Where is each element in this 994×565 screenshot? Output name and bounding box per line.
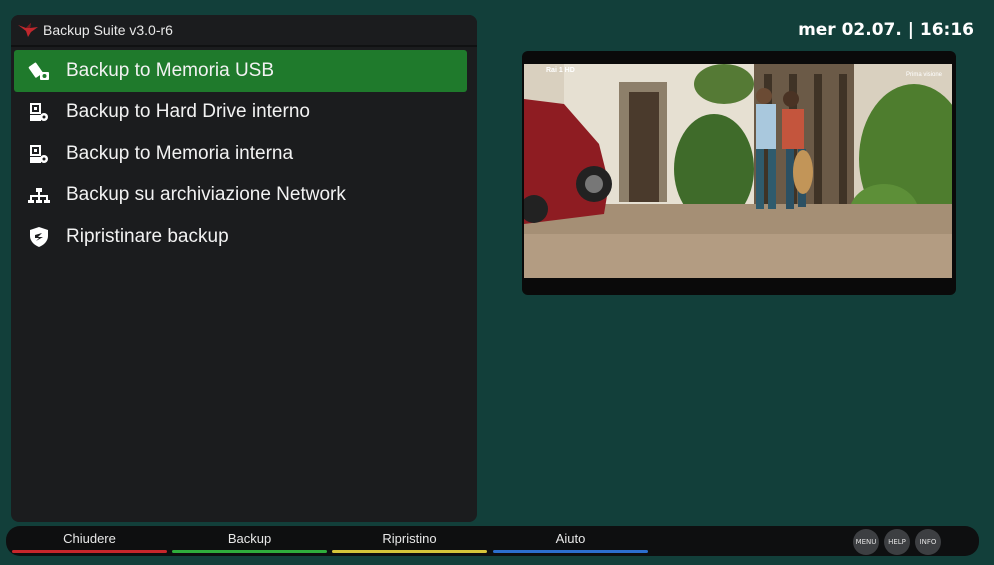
menu-item-label: Backup su archiviazione Network [66,184,346,206]
green-key-backup[interactable]: Backup [172,526,327,556]
live-video-frame: Rai 1 HD Prima visione [524,64,952,278]
menu-item-label: Backup to Memoria interna [66,142,294,164]
menu-panel: Backup Suite v3.0-r6 Backup to Memoria U… [11,15,477,522]
menu-item-backup-network[interactable]: Backup su archiviazione Network [14,175,467,217]
menu-item-label: Backup to Memoria USB [66,59,275,81]
yellow-key-indicator [332,550,487,553]
help-button[interactable]: HELP [884,529,910,555]
info-button[interactable]: INFO [915,529,941,555]
red-key-label: Chiudere [63,531,116,546]
hard-drive-icon [14,92,64,133]
green-key-label: Backup [227,531,272,546]
menu-item-restore-backup[interactable]: Ripristinare backup [14,216,467,258]
date-time-display: mer 02.07. | 16:16 [798,20,974,40]
network-icon [14,175,64,216]
tv-preview: Rai 1 HD Prima visione [522,51,956,295]
menu-item-backup-hdd[interactable]: Backup to Hard Drive interno [14,92,467,134]
blue-key-label: Aiuto [555,531,586,546]
color-key-bar: Chiudere Backup Ripristino Aiuto MENU HE… [6,526,979,556]
internal-memory-icon [14,133,64,174]
menu-item-label: Backup to Hard Drive interno [66,101,310,123]
menu-item-backup-usb[interactable]: Backup to Memoria USB [14,50,467,92]
green-key-indicator [172,550,327,553]
panel-header: Backup Suite v3.0-r6 [11,15,477,47]
menu-item-label: Ripristinare backup [66,225,229,247]
shield-restore-icon [14,216,64,257]
menu-button[interactable]: MENU [853,529,879,555]
menu-item-backup-internal[interactable]: Backup to Memoria interna [14,133,467,175]
dreambox-logo-icon [18,23,38,37]
program-watermark: Prima visione [905,72,942,78]
yellow-key-restore[interactable]: Ripristino [332,526,487,556]
yellow-key-label: Ripristino [382,531,437,546]
blue-key-indicator [493,550,648,553]
window-title: Backup Suite v3.0-r6 [43,22,173,38]
red-key-indicator [12,550,167,553]
video-scene-image [524,64,952,278]
blue-key-help[interactable]: Aiuto [493,526,648,556]
backup-menu-list: Backup to Memoria USB Backup to Hard Dri… [14,50,467,258]
red-key-close[interactable]: Chiudere [12,526,167,556]
usb-drive-icon [14,50,64,91]
channel-watermark: Rai 1 HD [546,67,575,74]
